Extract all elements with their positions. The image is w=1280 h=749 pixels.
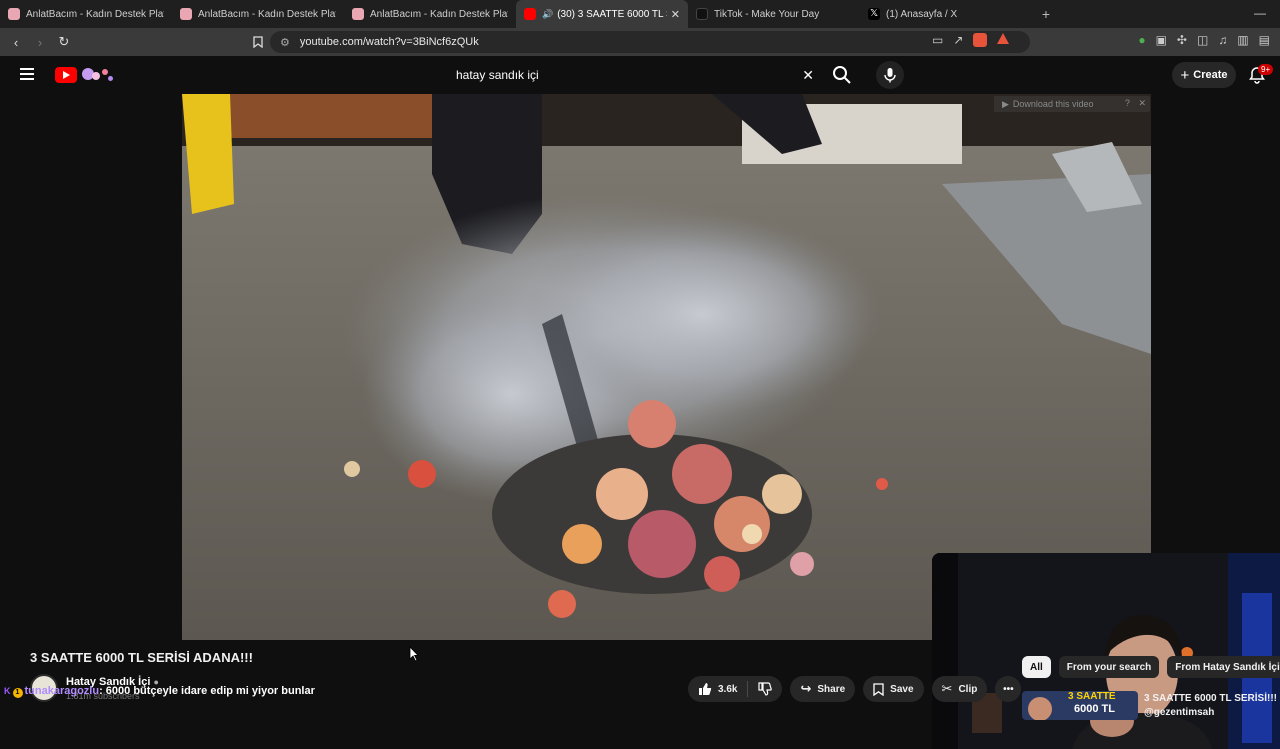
address-bar-actions: ▭ ↗ [932, 33, 1010, 47]
download-video-pill[interactable]: ▶ Download this video ? ✕ [994, 96, 1150, 112]
clip-button[interactable]: ✂ Clip [931, 676, 988, 702]
minimize-icon[interactable]: — [1254, 6, 1266, 20]
share-label: Share [817, 683, 846, 695]
recommended-video-channel[interactable]: @gezentimsah [1144, 707, 1214, 718]
more-horizontal-icon: ••• [1003, 683, 1014, 695]
create-label: Create [1193, 69, 1228, 81]
close-icon[interactable]: ✕ [1138, 98, 1146, 108]
download-pill-label: Download this video [1012, 99, 1094, 109]
extensions-puzzle-icon[interactable]: ✣ [1177, 33, 1187, 47]
play-icon: ▶ [1002, 98, 1009, 109]
tab-title: (1) Anasayfa / X [886, 8, 958, 20]
download-help-icon[interactable]: ? [1125, 98, 1130, 108]
tab-title: AnlatBacım - Kadın Destek Platformu [26, 8, 164, 20]
youtube-logo-icon[interactable] [55, 67, 77, 83]
forward-icon[interactable]: › [30, 32, 50, 52]
search-query-text: hatay sandık içi [456, 68, 539, 82]
thumbs-down-icon [758, 682, 773, 696]
clear-search-icon[interactable]: ✕ [802, 67, 814, 84]
search-input[interactable]: hatay sandık içi ✕ [444, 61, 826, 89]
chip-from-channel[interactable]: From Hatay Sandık İçi [1167, 656, 1280, 678]
tab-title: TikTok - Make Your Day [714, 8, 820, 20]
browser-tab[interactable]: 𝕏 (1) Anasayfa / X [860, 0, 1032, 28]
scissors-icon: ✂ [941, 681, 953, 696]
like-dislike-group: 3.6k [688, 676, 783, 702]
bookmark-icon[interactable] [248, 32, 268, 52]
like-count: 3.6k [718, 683, 738, 695]
tiktok-favicon-icon [696, 8, 708, 20]
menu-icon[interactable] [20, 68, 34, 80]
save-label: Save [890, 683, 914, 695]
extensions-area: ● ▣ ✣ ◫ ♫ ▥ ▤ [1138, 33, 1270, 47]
site-settings-icon[interactable]: ⚙ [280, 36, 290, 49]
x-favicon-icon: 𝕏 [868, 8, 880, 20]
recommended-video-thumbnail[interactable]: 3 SAATTE 6000 TL [1022, 691, 1138, 720]
more-actions-button[interactable]: ••• [995, 676, 1022, 702]
chat-message-text: : 6000 bütçeyle idare edip mi yiyor bunl… [99, 685, 315, 697]
youtube-header: hatay sandık içi ✕ + Create 9+ [0, 56, 1280, 94]
plus-icon: + [1180, 66, 1190, 84]
video-player-area [0, 94, 1280, 749]
tab-search-icon[interactable]: ◫ [1197, 33, 1208, 47]
install-app-icon[interactable]: ▭ [932, 33, 943, 47]
url-text: youtube.com/watch?v=3BiNcf6zQUk [299, 36, 479, 48]
save-button[interactable]: Save [863, 676, 924, 702]
clip-label: Clip [958, 683, 978, 695]
address-bar[interactable]: ⚙ youtube.com/watch?v=3BiNcf6zQUk [270, 31, 1030, 53]
browser-tab-active[interactable]: 🔊 (30) 3 SAATTE 6000 TL SERİSİ ✕ [516, 0, 688, 28]
save-bookmark-icon [873, 682, 884, 696]
thumbnail-person [1028, 697, 1052, 720]
media-controls-icon[interactable]: ♫ [1218, 33, 1227, 47]
dislike-button[interactable] [748, 676, 782, 702]
thumbnail-text-2: 6000 TL [1074, 703, 1115, 715]
new-tab-icon[interactable]: + [1032, 6, 1060, 22]
close-tab-icon[interactable]: ✕ [671, 8, 680, 21]
audio-playing-icon[interactable]: 🔊 [542, 9, 553, 20]
browser-tab[interactable]: AnlatBacım - Kadın Destek Platformu [344, 0, 516, 28]
notifications-badge: 9+ [1258, 64, 1274, 75]
video-title: 3 SAATTE 6000 TL SERİSİ ADANA!!! [30, 650, 253, 665]
badge-icon: 1 [12, 688, 23, 698]
chip-all[interactable]: All [1022, 656, 1051, 678]
mouse-cursor-icon [409, 646, 419, 662]
browser-tab[interactable]: TikTok - Make Your Day [688, 0, 860, 28]
search-icon[interactable] [830, 63, 854, 87]
anlatbacim-favicon-icon [352, 8, 364, 20]
chip-from-your-search[interactable]: From your search [1058, 656, 1160, 678]
share-page-icon[interactable]: ↗ [953, 33, 963, 47]
like-button[interactable]: 3.6k [688, 676, 747, 702]
browser-tab-strip: AnlatBacım - Kadın Destek Platformu Anla… [0, 0, 1280, 28]
voice-search-icon[interactable] [876, 61, 904, 89]
tab-title: AnlatBacım - Kadın Destek Platformu [370, 8, 508, 20]
brave-shields-icon[interactable] [973, 33, 988, 47]
share-icon: ↪ [800, 681, 812, 696]
share-button[interactable]: ↪ Share [790, 676, 856, 702]
recommended-video-title[interactable]: 3 SAATTE 6000 TL SERİSİ!!! [1144, 693, 1277, 704]
browser-tab[interactable]: AnlatBacım - Kadın Destek Platformu [172, 0, 344, 28]
brave-rewards-icon[interactable] [997, 33, 1010, 44]
sidebar-icon[interactable]: ▥ [1237, 33, 1248, 47]
browser-toolbar: ‹ › ↻ ⚙ youtube.com/watch?v=3BiNcf6zQUk … [0, 28, 1280, 56]
thumbnail-text-1: 3 SAATTE [1068, 691, 1116, 702]
back-icon[interactable]: ‹ [6, 32, 26, 52]
reload-icon[interactable]: ↻ [54, 32, 74, 52]
extension-icon[interactable]: ● [1138, 33, 1145, 47]
stream-chat-message: K 1 tunakaragozlu: 6000 bütçeyle idare edi… [4, 683, 324, 700]
anlatbacim-favicon-icon [8, 8, 20, 20]
download-pill-controls: ? ✕ [1125, 98, 1146, 109]
youtube-favicon-icon [524, 8, 536, 20]
tab-title: AnlatBacım - Kadın Destek Platformu [198, 8, 336, 20]
create-button[interactable]: + Create [1172, 62, 1236, 88]
kick-icon: K [4, 686, 11, 696]
tab-title: (30) 3 SAATTE 6000 TL SERİSİ [557, 8, 667, 20]
wallet-icon[interactable]: ▤ [1259, 33, 1270, 47]
related-filter-chips: All From your search From Hatay Sandık İ… [1022, 656, 1280, 678]
browser-tab[interactable]: AnlatBacım - Kadın Destek Platformu [0, 0, 172, 28]
youtube-doodle-icon[interactable] [80, 66, 116, 84]
chat-username: tunakaragozlu [24, 685, 100, 697]
thumbs-up-icon [699, 683, 712, 695]
extension-icon[interactable]: ▣ [1156, 33, 1167, 47]
anlatbacim-favicon-icon [180, 8, 192, 20]
video-actions: 3.6k ↪ Share Save ✂ Clip ••• [688, 676, 1022, 702]
